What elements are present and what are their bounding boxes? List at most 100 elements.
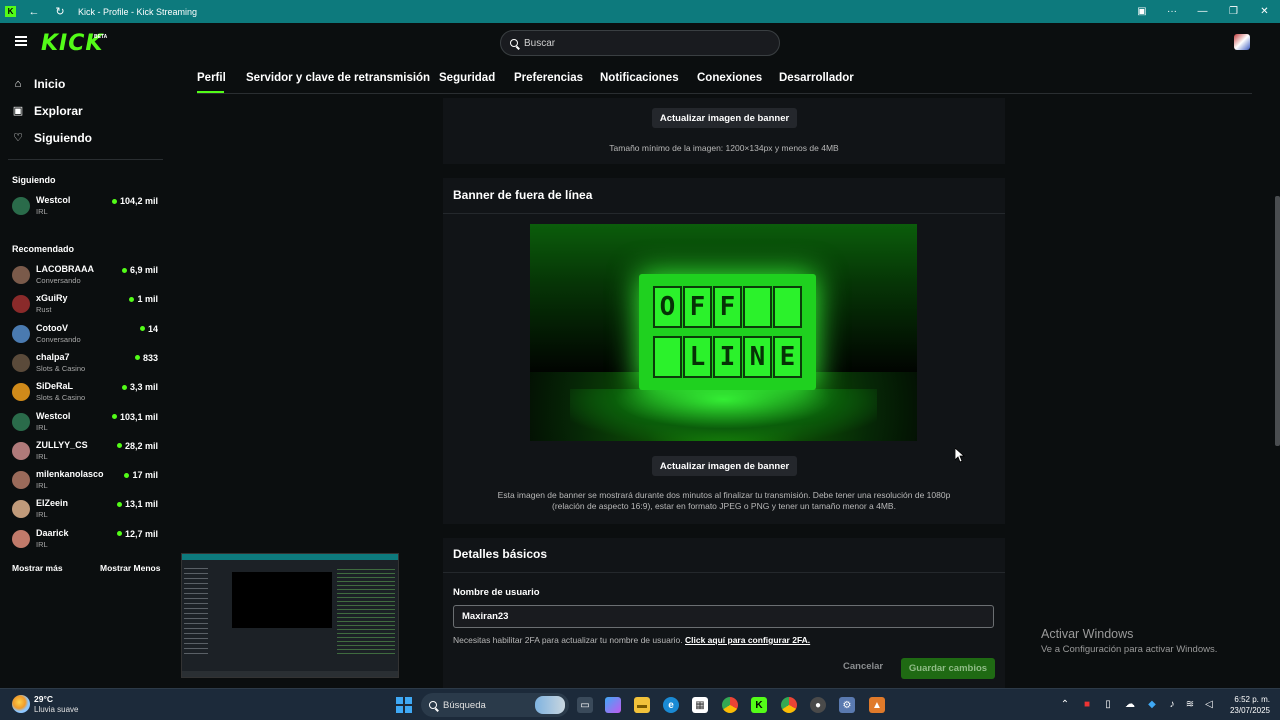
store-icon[interactable]: ▦: [692, 697, 708, 713]
refresh-icon[interactable]: ↻: [52, 5, 68, 18]
offline-helper-line2: (relación de aspecto 16:9), estar en for…: [552, 501, 896, 511]
recording-icon[interactable]: ■: [1081, 699, 1093, 710]
taskbar-clock[interactable]: 6:52 p. m. 23/07/2025: [1222, 694, 1270, 716]
wifi-icon[interactable]: ≋: [1184, 699, 1196, 710]
settings-icon[interactable]: ⚙: [839, 697, 855, 713]
offline-banner-image: O F F L I N E: [530, 224, 917, 441]
save-changes-button[interactable]: Guardar cambios: [901, 658, 995, 679]
recommended-channel[interactable]: ZULLYY_CS IRL 28,2 mil: [12, 440, 160, 466]
file-explorer-icon[interactable]: ▬: [634, 697, 650, 713]
edge-icon[interactable]: e: [663, 697, 679, 713]
show-more-link[interactable]: Mostrar más: [12, 563, 63, 573]
close-button[interactable]: ✕: [1249, 6, 1280, 17]
windows-taskbar: 29°C Lluvia suave Búsqueda ▭ ▬ e ▦ K ● ⚙…: [0, 688, 1280, 720]
recommended-channel[interactable]: xGuiRy Rust 1 mil: [12, 293, 160, 319]
thumbnail-taskbar: [182, 671, 398, 677]
copilot-icon[interactable]: [605, 697, 621, 713]
start-button[interactable]: [396, 697, 412, 713]
recommended-channel[interactable]: milenkanolasco IRL 17 mil: [12, 469, 160, 495]
kick-taskbar-icon[interactable]: K: [751, 697, 767, 713]
search-input[interactable]: [524, 37, 764, 49]
following-channel[interactable]: Westcol IRL 104,2 mil: [12, 195, 160, 221]
sidebar-item-label: Explorar: [34, 104, 83, 118]
app-icon[interactable]: ●: [810, 697, 826, 713]
heart-icon: ♡: [13, 132, 23, 144]
username-label: Nombre de usuario: [453, 587, 540, 598]
sidebar-item-explorar[interactable]: ▣ Explorar: [12, 104, 83, 118]
back-arrow-icon[interactable]: ←: [26, 6, 42, 18]
task-view-icon[interactable]: ▭: [577, 697, 593, 713]
maximize-button[interactable]: ❐: [1218, 6, 1249, 17]
weather-icon: [12, 695, 30, 713]
page-scrollbar[interactable]: [1275, 196, 1280, 446]
recommended-channel[interactable]: Westcol IRL 103,1 mil: [12, 411, 160, 437]
search-bar[interactable]: [500, 30, 780, 56]
channel-name: Westcol: [36, 410, 71, 421]
channel-category: Slots & Casino: [36, 393, 86, 403]
show-less-link[interactable]: Mostrar Menos: [100, 563, 160, 573]
usb-icon[interactable]: ▯: [1102, 699, 1114, 710]
app-tray-icon[interactable]: ◆: [1146, 699, 1158, 710]
recommended-channel[interactable]: LACOBRAAA Conversando 6,9 mil: [12, 264, 160, 290]
channel-category: IRL: [36, 422, 48, 432]
recommended-channel[interactable]: chalpa7 Slots & Casino 833: [12, 352, 160, 378]
app-menu-icon[interactable]: ▣: [1127, 6, 1157, 17]
update-offline-banner-button[interactable]: Actualizar imagen de banner: [652, 456, 797, 476]
channel-category: Conversando: [36, 334, 81, 344]
chrome-icon[interactable]: [722, 697, 738, 713]
configure-2fa-link[interactable]: Click aquí para configurar 2FA.: [685, 635, 810, 645]
window-title: Kick - Profile - Kick Streaming: [78, 6, 198, 17]
sidebar-item-label: Inicio: [34, 77, 66, 91]
viewer-count: 17 mil: [132, 470, 158, 481]
channel-avatar: [12, 412, 30, 431]
thumbnail-titlebar: [182, 554, 398, 560]
viewer-count: 1 mil: [137, 294, 158, 305]
clock-time: 6:52 p. m.: [1234, 695, 1270, 704]
recommended-channel[interactable]: ElZeein IRL 13,1 mil: [12, 498, 160, 524]
basic-details-title: Detalles básicos: [453, 547, 548, 561]
more-options-icon[interactable]: ···: [1157, 6, 1187, 17]
channel-name: LACOBRAAA: [36, 264, 94, 274]
channel-viewers: 1 mil: [129, 294, 158, 304]
chrome-profile-icon[interactable]: [781, 697, 797, 713]
hamburger-menu-icon[interactable]: [15, 36, 27, 46]
recommended-channel[interactable]: SiDeRaL Slots & Casino 3,3 mil: [12, 381, 160, 407]
thumbnail-chat: [337, 566, 395, 656]
offline-board: O F F L I N E: [639, 274, 816, 390]
tab-preferencias[interactable]: Preferencias: [514, 72, 583, 84]
volume-icon[interactable]: ◁: [1203, 699, 1215, 710]
tab-perfil[interactable]: Perfil: [197, 72, 226, 84]
recommended-channel[interactable]: Daarick IRL 12,7 mil: [12, 528, 160, 554]
minimize-button[interactable]: —: [1187, 6, 1218, 17]
channel-avatar: [12, 529, 30, 548]
sidebar-item-inicio[interactable]: ⌂ Inicio: [12, 77, 66, 91]
tab-seguridad[interactable]: Seguridad: [439, 72, 495, 84]
live-dot-icon: [124, 472, 130, 478]
thumbnail-sidebar: [184, 564, 208, 654]
user-avatar[interactable]: [1234, 34, 1250, 50]
sidebar-item-siguiendo[interactable]: ♡ Siguiendo: [12, 131, 92, 145]
tab-conexiones[interactable]: Conexiones: [697, 72, 762, 84]
tab-desarrollador[interactable]: Desarrollador: [779, 72, 854, 84]
beta-badge: BETA: [94, 34, 108, 40]
site-header: KICK BETA: [0, 23, 1280, 65]
taskbar-search[interactable]: Búsqueda: [421, 693, 569, 717]
recommended-channel[interactable]: CotooV Conversando 14: [12, 323, 160, 349]
weather-temp: 29°C: [34, 694, 53, 704]
channel-name: Daarick: [36, 527, 69, 538]
username-field[interactable]: [453, 605, 994, 628]
channel-avatar: [12, 295, 30, 314]
vlc-icon[interactable]: ▲: [869, 697, 885, 713]
channel-name: SiDeRaL: [36, 381, 74, 392]
update-banner-button[interactable]: Actualizar imagen de banner: [652, 108, 797, 128]
cancel-button[interactable]: Cancelar: [843, 661, 883, 672]
channel-name: ElZeein: [36, 498, 69, 509]
tab-notificaciones[interactable]: Notificaciones: [600, 72, 679, 84]
tab-servidor[interactable]: Servidor y clave de retransmisión: [246, 72, 430, 84]
cloud-icon[interactable]: ☁: [1124, 699, 1136, 710]
viewer-count: 3,3 mil: [129, 382, 158, 393]
search-icon: [510, 39, 518, 47]
weather-widget[interactable]: 29°C Lluvia suave: [12, 694, 92, 716]
show-hidden-icons[interactable]: ⌃: [1059, 699, 1071, 710]
microphone-icon[interactable]: ♪: [1166, 699, 1178, 710]
